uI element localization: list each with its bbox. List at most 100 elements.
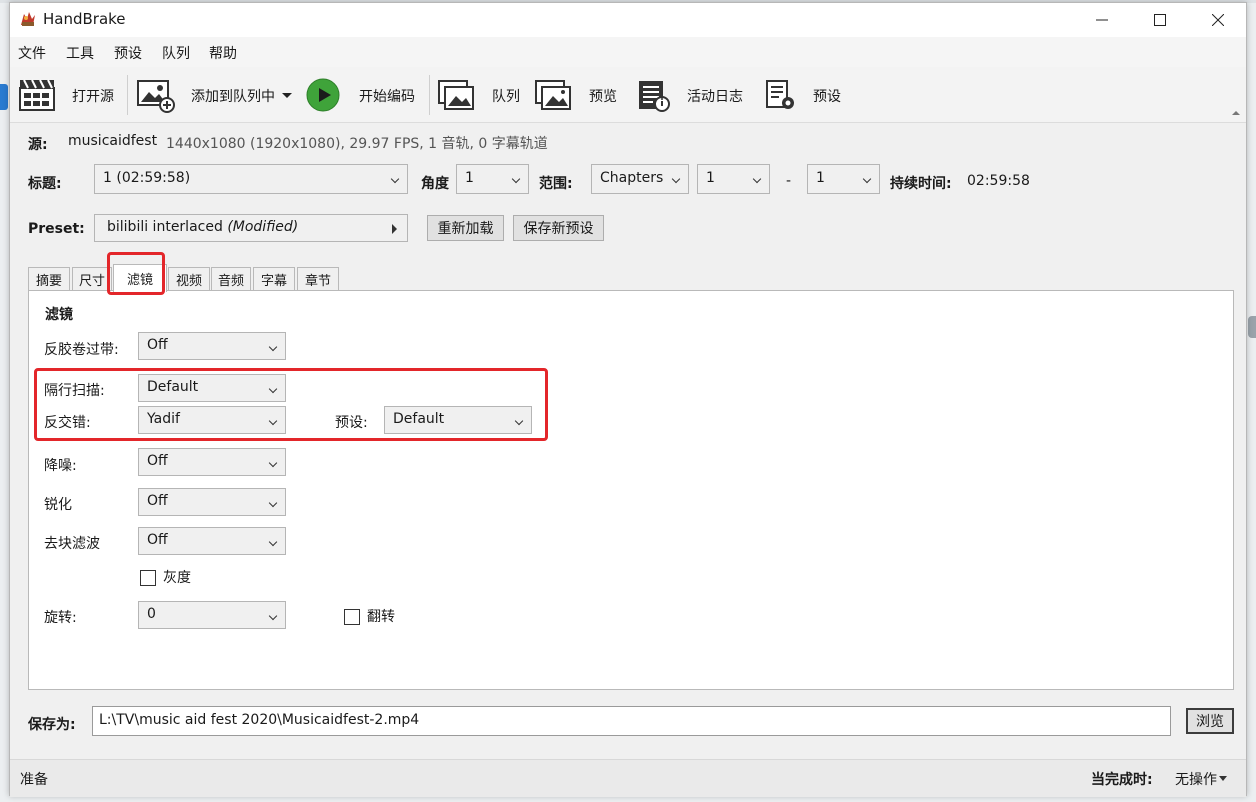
range-start-value: 1 (706, 170, 715, 186)
preview-button[interactable]: 预览 (589, 86, 617, 106)
queue-button[interactable]: 队列 (492, 86, 520, 106)
range-start-dropdown[interactable]: 1 (697, 164, 770, 194)
menu-bar: 文件 工具 预设 队列 帮助 (10, 37, 1246, 67)
chevron-right-icon (392, 224, 397, 234)
range-end-value: 1 (816, 170, 825, 186)
deblock-dropdown[interactable]: Off (138, 527, 286, 555)
preset-modified-flag: (Modified) (227, 219, 299, 235)
preset-name: bilibili interlaced (107, 219, 223, 235)
toolbar: 打开源 添加到队列中 开始编码 队列 预览 活动日志 预设 (10, 67, 1246, 123)
status-bar: 准备 当完成时: 无操作 (10, 759, 1246, 797)
detelecine-dropdown[interactable]: Off (138, 332, 286, 360)
toolbar-separator (429, 75, 430, 115)
presets-button[interactable]: 预设 (813, 86, 841, 106)
rotate-value: 0 (147, 606, 156, 622)
deinterlace-highlight (34, 368, 548, 441)
tab-video[interactable]: 视频 (168, 267, 210, 291)
tab-chapters[interactable]: 章节 (297, 267, 339, 291)
add-to-queue-dropdown-icon[interactable] (282, 93, 292, 98)
tab-subtitles[interactable]: 字幕 (253, 267, 295, 291)
close-icon (1212, 14, 1224, 26)
handbrake-window: HandBrake 文件 工具 预设 队列 帮助 打开源 添加到队列中 开始编码… (9, 2, 1247, 797)
activity-log-icon[interactable] (637, 79, 671, 113)
menu-queue[interactable]: 队列 (162, 43, 190, 63)
menu-help[interactable]: 帮助 (209, 43, 237, 63)
detelecine-label: 反胶卷过带: (44, 342, 119, 358)
status-text: 准备 (20, 772, 48, 788)
maximize-icon (1154, 14, 1166, 26)
add-to-queue-button[interactable]: 添加到队列中 (191, 86, 275, 106)
sharpen-dropdown[interactable]: Off (138, 488, 286, 516)
source-name: musicaidfest (68, 133, 158, 149)
start-encode-button[interactable]: 开始编码 (359, 86, 415, 106)
destination-path-input[interactable]: L:\TV\music aid fest 2020\Musicaidfest-2… (92, 706, 1171, 736)
title-dropdown-value: 1 (02:59:58) (103, 170, 191, 186)
chevron-down-icon (268, 611, 278, 621)
sharpen-value: Off (147, 493, 168, 509)
filters-tab-highlight (107, 252, 165, 295)
duration-label: 持续时间: (890, 176, 952, 192)
title-dropdown[interactable]: 1 (02:59:58) (94, 164, 408, 194)
window-title: HandBrake (43, 10, 126, 28)
add-to-queue-icon[interactable] (136, 79, 176, 113)
source-info: 1440x1080 (1920x1080), 29.97 FPS, 1 音轨, … (166, 136, 548, 152)
tab-audio[interactable]: 音频 (211, 267, 251, 291)
chevron-down-icon (268, 537, 278, 547)
range-type-dropdown[interactable]: Chapters (591, 164, 689, 194)
detelecine-value: Off (147, 337, 168, 353)
reload-preset-button[interactable]: 重新加载 (427, 215, 504, 241)
filters-panel: 滤镜 反胶卷过带: Off 隔行扫描: Default 反交错: Yadif 预… (28, 290, 1234, 690)
queue-icon[interactable] (437, 79, 477, 113)
range-end-dropdown[interactable]: 1 (807, 164, 880, 194)
chevron-down-icon (390, 174, 400, 184)
when-done-dropdown[interactable]: 无操作 (1175, 769, 1217, 789)
rotate-dropdown[interactable]: 0 (138, 601, 286, 629)
open-source-button[interactable]: 打开源 (72, 86, 114, 106)
angle-dropdown[interactable]: 1 (456, 164, 529, 194)
source-label: 源: (28, 137, 48, 153)
close-button[interactable] (1189, 3, 1247, 37)
browse-button[interactable]: 浏览 (1186, 708, 1234, 734)
chevron-down-icon[interactable] (1219, 776, 1227, 781)
maximize-button[interactable] (1131, 3, 1189, 37)
chevron-down-icon (862, 174, 872, 184)
toolbar-overflow-icon[interactable] (1232, 111, 1240, 115)
angle-dropdown-value: 1 (465, 170, 474, 186)
preset-selector[interactable]: bilibili interlaced (Modified) (94, 214, 408, 242)
title-bar: HandBrake (10, 3, 1246, 37)
sharpen-label: 锐化 (44, 497, 72, 513)
desktop-edge-handle (1248, 316, 1256, 338)
rotate-label: 旋转: (44, 610, 77, 626)
play-icon[interactable] (306, 78, 340, 112)
chevron-down-icon (268, 342, 278, 352)
menu-presets[interactable]: 预设 (114, 43, 142, 63)
preview-icon[interactable] (534, 79, 574, 113)
minimize-button[interactable] (1073, 3, 1131, 37)
flip-checkbox[interactable] (344, 609, 360, 625)
title-label: 标题: (28, 176, 62, 192)
angle-label: 角度 (421, 176, 449, 192)
desktop-edge-tab (0, 84, 8, 110)
range-type-value: Chapters (600, 170, 664, 186)
grayscale-checkbox[interactable] (140, 570, 156, 586)
menu-tools[interactable]: 工具 (66, 43, 94, 63)
tab-summary[interactable]: 摘要 (28, 267, 70, 291)
presets-icon[interactable] (764, 79, 798, 113)
range-label: 范围: (539, 176, 573, 192)
preset-label: Preset: (28, 221, 85, 237)
activity-log-button[interactable]: 活动日志 (687, 86, 743, 106)
clapperboard-icon[interactable] (18, 78, 56, 112)
chevron-down-icon (268, 458, 278, 468)
denoise-value: Off (147, 453, 168, 469)
when-done-label: 当完成时: (1091, 772, 1153, 788)
save-new-preset-button[interactable]: 保存新预设 (513, 215, 604, 241)
duration-value: 02:59:58 (967, 173, 1030, 189)
range-dash: - (786, 173, 792, 189)
handbrake-app-icon (21, 12, 35, 26)
denoise-label: 降噪: (44, 458, 77, 474)
denoise-dropdown[interactable]: Off (138, 448, 286, 476)
minimize-icon (1096, 19, 1108, 21)
menu-file[interactable]: 文件 (18, 43, 46, 63)
grayscale-label: 灰度 (163, 570, 191, 586)
tab-dimensions[interactable]: 尺寸 (72, 267, 112, 291)
